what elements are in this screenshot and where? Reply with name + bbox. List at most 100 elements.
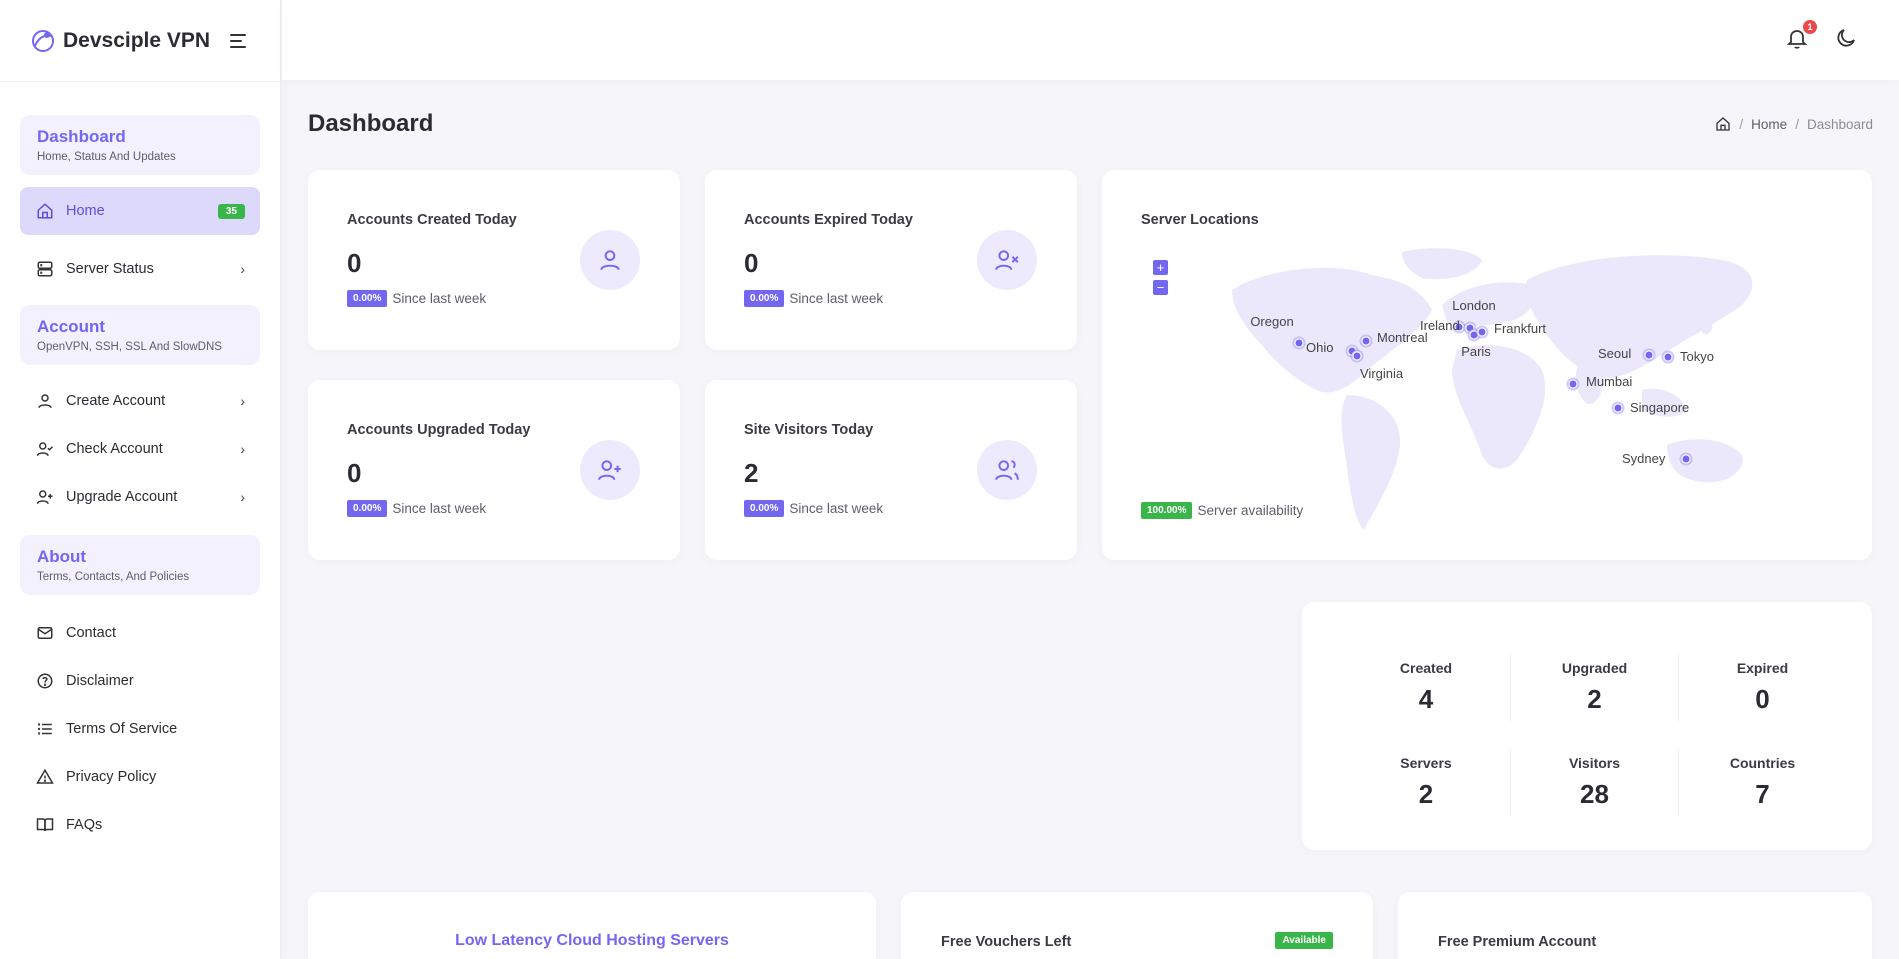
map-marker-frankfurt[interactable]: Frankfurt [1475,321,1547,339]
breadcrumb-home-link[interactable]: Home [1751,117,1787,132]
stat-title: Site Visitors Today [744,422,874,438]
sidebar-item-contact[interactable]: Contact [20,609,260,657]
notification-bell-icon[interactable]: 1 [1785,20,1817,52]
stat-footer: 0.00% Since last week [347,290,486,307]
breadcrumb-home-icon[interactable] [1715,116,1731,132]
chevron-right-icon: › [240,393,245,409]
user-x-icon [977,230,1037,290]
section-title: Dashboard [37,127,126,146]
vouchers-title: Free Vouchers Left [941,934,1072,950]
sidebar-item-home[interactable]: Home 35 [20,187,260,235]
vouchers-available-badge: Available [1275,932,1333,949]
map-marker-sydney[interactable]: Sydney [1622,451,1693,466]
section-dashboard: Dashboard Home, Status And Updates [20,115,260,175]
sidebar-item-faqs[interactable]: FAQs [20,801,260,849]
sidebar-item-privacy[interactable]: Privacy Policy [20,753,260,801]
availability-footer: 100.00% Server availability [1141,502,1303,519]
sidebar-item-label: Terms Of Service [66,721,178,737]
user-check-icon [35,439,55,459]
sidebar-item-terms[interactable]: Terms Of Service [20,705,260,753]
stat-since-label: Since last week [392,501,487,516]
map-marker-label: Sydney [1622,451,1666,466]
stat-value: 2 [744,458,759,488]
hosting-card: Low Latency Cloud Hosting Servers [308,892,876,959]
vouchers-card: Free Vouchers Left Available [901,892,1373,959]
map-marker-label: Ohio [1306,340,1333,355]
summary-countries: Countries 7 [1678,749,1846,816]
sidebar-item-label: Contact [66,625,116,641]
sidebar-item-label: Create Account [66,393,166,409]
summary-visitors: Visitors 28 [1510,749,1678,816]
map-marker-label: Tokyo [1680,349,1714,364]
brand-name: Devsciple VPN [63,28,211,52]
summary-upgraded: Upgraded 2 [1510,654,1678,721]
breadcrumb-current: Dashboard [1806,116,1873,132]
sidebar: Devsciple VPN Dashboard Home, Status And… [0,0,281,959]
sidebar-item-label: Privacy Policy [66,769,157,785]
map-marker-label: Frankfurt [1494,321,1546,336]
section-subtitle: Terms, Contacts, And Policies [37,571,190,583]
server-icon [35,259,55,279]
map-marker-label: Paris [1461,344,1491,359]
dark-mode-moon-icon[interactable] [1834,26,1860,52]
map-marker-label: London [1452,298,1495,313]
summary-value: 2 [1418,779,1434,809]
sidebar-item-label: Upgrade Account [66,489,178,505]
map-marker-tokyo[interactable]: Tokyo [1661,349,1714,364]
breadcrumb: / Home / Dashboard [1715,116,1873,132]
breadcrumb-separator: / [1739,116,1744,132]
summary-label: Upgraded [1561,660,1628,676]
map-marker-virginia[interactable]: Virginia [1350,349,1404,382]
user-icon [580,230,640,290]
sidebar-item-check-account[interactable]: Check Account › [20,425,260,473]
map-marker-singapore[interactable]: Singapore [1611,400,1690,415]
summary-value: 28 [1580,779,1609,809]
mail-icon [35,623,55,643]
summary-expired: Expired 0 [1678,654,1846,721]
home-icon [35,201,55,221]
hosting-title[interactable]: Low Latency Cloud Hosting Servers [308,932,876,950]
topbar: 1 [282,0,1899,80]
stat-since-label: Since last week [789,291,884,306]
stat-title: Accounts Created Today [347,212,517,228]
sidebar-item-create-account[interactable]: Create Account › [20,377,260,425]
map-marker-montreal[interactable]: Montreal [1359,330,1428,348]
map-marker-mumbai[interactable]: Mumbai [1566,374,1633,391]
stat-footer: 0.00% Since last week [744,500,883,517]
chevron-right-icon: › [240,261,245,277]
map-marker-label: Seoul [1598,346,1631,361]
sidebar-item-upgrade-account[interactable]: Upgrade Account › [20,473,260,521]
map-marker-label: Mumbai [1586,374,1632,389]
user-icon [35,391,55,411]
stat-value: 0 [347,458,362,488]
map-marker-ohio[interactable]: Ohio [1306,340,1359,358]
list-icon [35,719,55,739]
sidebar-item-label: Check Account [66,441,163,457]
section-about: About Terms, Contacts, And Policies [20,535,260,595]
stat-percent-badge: 0.00% [347,500,388,517]
stat-value: 0 [744,248,759,278]
map-marker-seoul[interactable]: Seoul [1598,346,1656,362]
summary-value: 2 [1587,684,1602,714]
stat-percent-badge: 0.00% [744,500,785,517]
map-marker-ireland[interactable]: Ireland [1420,318,1466,334]
stat-value: 0 [347,248,362,278]
summary-label: Visitors [1568,755,1621,771]
stat-percent-badge: 0.00% [744,290,785,307]
section-subtitle: Home, Status And Updates [37,151,176,163]
summary-value: 4 [1418,684,1434,714]
section-account: Account OpenVPN, SSH, SSL And SlowDNS [20,305,260,365]
stat-card-expired: Accounts Expired Today 0 0.00% Since las… [705,170,1077,350]
stat-title: Accounts Upgraded Today [347,422,531,438]
vpn-logo-icon [32,29,54,52]
section-title: Account [37,317,105,336]
brand: Devsciple VPN [0,0,280,82]
menu-toggle-icon[interactable] [230,33,248,48]
alert-triangle-icon [35,767,55,787]
sidebar-item-disclaimer[interactable]: Disclaimer [20,657,260,705]
page-title: Dashboard [308,110,434,137]
chevron-right-icon: › [240,441,245,457]
sidebar-item-label: Disclaimer [66,673,134,689]
map-marker-oregon[interactable]: Oregon [1250,314,1306,350]
sidebar-item-server-status[interactable]: Server Status › [20,245,260,293]
